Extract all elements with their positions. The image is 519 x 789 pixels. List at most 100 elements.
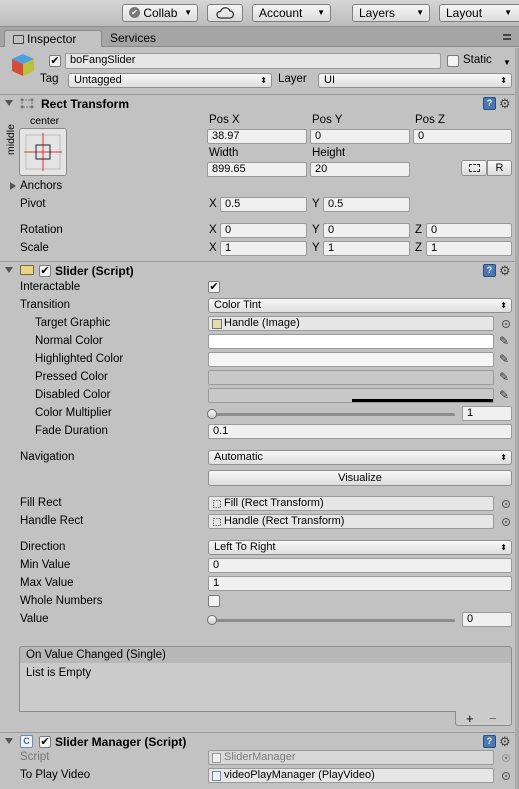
blueprint-icon: [468, 164, 480, 172]
static-checkbox[interactable]: [447, 55, 459, 67]
to-play-video-label: To Play Video: [20, 769, 91, 781]
scrollbar[interactable]: [515, 48, 519, 789]
foldout-arrow-icon[interactable]: [5, 267, 13, 273]
foldout-arrow-icon[interactable]: [5, 738, 13, 744]
whole-numbers-checkbox[interactable]: [208, 595, 220, 607]
layer-dropdown[interactable]: UI ⬍: [318, 73, 512, 88]
gear-icon[interactable]: ⚙: [499, 264, 511, 277]
rotation-x-field[interactable]: 0: [220, 223, 307, 238]
color-multiplier-thumb[interactable]: [207, 409, 217, 419]
scale-z-field[interactable]: 1: [426, 241, 512, 256]
anchor-horizontal-label: center: [30, 115, 60, 127]
layout-dropdown[interactable]: Layout ▼: [439, 4, 519, 22]
posz-field[interactable]: 0: [413, 129, 512, 144]
menu-icon[interactable]: [503, 34, 511, 40]
help-icon[interactable]: ?: [483, 264, 496, 277]
slider-manager-header[interactable]: C ✔ Slider Manager (Script) ? ⚙: [0, 732, 519, 750]
interactable-checkbox[interactable]: ✔: [208, 281, 220, 293]
anchor-presets-button[interactable]: [19, 128, 67, 176]
anchors-foldout-icon[interactable]: [10, 182, 16, 190]
posx-label: Pos X: [209, 114, 240, 126]
foldout-arrow-icon[interactable]: [5, 100, 13, 106]
pivot-x-field[interactable]: 0.5: [220, 197, 307, 212]
event-empty-text: List is Empty: [26, 667, 92, 679]
chevron-down-icon: ▼: [504, 8, 512, 17]
height-field[interactable]: 20: [310, 162, 410, 177]
eyedropper-icon[interactable]: ✎: [499, 371, 509, 383]
slider-enabled-checkbox[interactable]: ✔: [39, 265, 51, 277]
posy-field[interactable]: 0: [310, 129, 410, 144]
slider-component-header[interactable]: ✔ Slider (Script) ? ⚙: [0, 261, 519, 279]
pivot-y-field[interactable]: 0.5: [323, 197, 410, 212]
scale-y-field[interactable]: 1: [323, 241, 410, 256]
chevron-down-icon: ▼: [416, 8, 424, 17]
object-picker-icon[interactable]: [502, 320, 510, 328]
remove-event-button[interactable]: −: [489, 711, 497, 726]
posx-field[interactable]: 38.97: [207, 129, 307, 144]
value-thumb[interactable]: [207, 615, 217, 625]
script-object-icon: [212, 771, 221, 781]
eyedropper-icon[interactable]: ✎: [499, 335, 509, 347]
highlighted-color-swatch[interactable]: [208, 352, 494, 367]
target-graphic-field[interactable]: Handle (Image): [208, 316, 494, 331]
object-picker-icon[interactable]: [502, 772, 510, 780]
pressed-color-swatch[interactable]: [208, 370, 494, 385]
rect-transform-header[interactable]: Rect Transform ? ⚙: [0, 94, 519, 112]
help-icon[interactable]: ?: [483, 735, 496, 748]
chevron-down-icon: ▼: [317, 8, 325, 17]
min-value-field[interactable]: 0: [208, 558, 512, 573]
to-play-video-field[interactable]: videoPlayManager (PlayVideo): [208, 768, 494, 783]
max-value-field[interactable]: 1: [208, 576, 512, 591]
tab-services[interactable]: Services: [102, 30, 172, 47]
gear-icon[interactable]: ⚙: [499, 97, 511, 110]
object-name-field[interactable]: boFangSlider: [65, 53, 441, 69]
normal-color-swatch[interactable]: [208, 334, 494, 349]
gear-icon[interactable]: ⚙: [499, 735, 511, 748]
color-multiplier-field[interactable]: 1: [462, 406, 512, 421]
rotation-y-label: Y: [312, 224, 320, 236]
value-field[interactable]: 0: [462, 612, 512, 627]
slider-manager-enabled-checkbox[interactable]: ✔: [39, 736, 51, 748]
account-dropdown[interactable]: Account ▼: [252, 4, 331, 22]
collab-button[interactable]: ✔ Collab ▼: [122, 4, 198, 22]
max-value-label: Max Value: [20, 577, 74, 589]
object-picker-icon[interactable]: [502, 518, 510, 526]
pressed-color-label: Pressed Color: [35, 371, 108, 383]
rotation-z-label: Z: [415, 224, 423, 236]
navigation-dropdown[interactable]: Automatic ⬍: [208, 450, 512, 465]
object-picker-icon[interactable]: [502, 500, 510, 508]
color-multiplier-track[interactable]: [211, 413, 455, 416]
value-track[interactable]: [211, 619, 455, 622]
chevron-down-icon[interactable]: ▼: [503, 58, 511, 67]
eyedropper-icon[interactable]: ✎: [499, 389, 509, 401]
event-header: On Value Changed (Single): [19, 646, 512, 664]
visualize-button[interactable]: Visualize: [208, 470, 512, 486]
transition-dropdown[interactable]: Color Tint ⬍: [208, 298, 512, 313]
fill-rect-field[interactable]: Fill (Rect Transform): [208, 496, 494, 511]
rotation-z-field[interactable]: 0: [426, 223, 512, 238]
anchors-label[interactable]: Anchors: [20, 180, 62, 192]
chevron-updown-icon: ⬍: [500, 453, 507, 462]
scale-x-field[interactable]: 1: [220, 241, 307, 256]
rotation-y-field[interactable]: 0: [323, 223, 410, 238]
tab-inspector[interactable]: Inspector: [4, 30, 102, 47]
tag-dropdown[interactable]: Untagged ⬍: [68, 73, 272, 88]
fade-duration-field[interactable]: 0.1: [208, 424, 512, 439]
eyedropper-icon[interactable]: ✎: [499, 353, 509, 365]
help-icon[interactable]: ?: [483, 97, 496, 110]
direction-dropdown[interactable]: Left To Right ⬍: [208, 540, 512, 555]
disabled-color-swatch[interactable]: [208, 388, 494, 403]
handle-rect-field[interactable]: Handle (Rect Transform): [208, 514, 494, 529]
rotation-label: Rotation: [20, 224, 63, 236]
fade-duration-label: Fade Duration: [35, 425, 108, 437]
active-checkbox[interactable]: ✔: [49, 55, 61, 67]
raw-edit-button[interactable]: R: [487, 160, 512, 176]
blueprint-mode-button[interactable]: [461, 160, 487, 176]
width-field[interactable]: 899.65: [207, 162, 307, 177]
cloud-button[interactable]: [207, 4, 243, 22]
cloud-icon: [216, 7, 235, 19]
layers-dropdown[interactable]: Layers ▼: [352, 4, 430, 22]
static-label: Static: [463, 54, 492, 66]
disabled-color-label: Disabled Color: [35, 389, 111, 401]
add-event-button[interactable]: +: [466, 711, 474, 726]
